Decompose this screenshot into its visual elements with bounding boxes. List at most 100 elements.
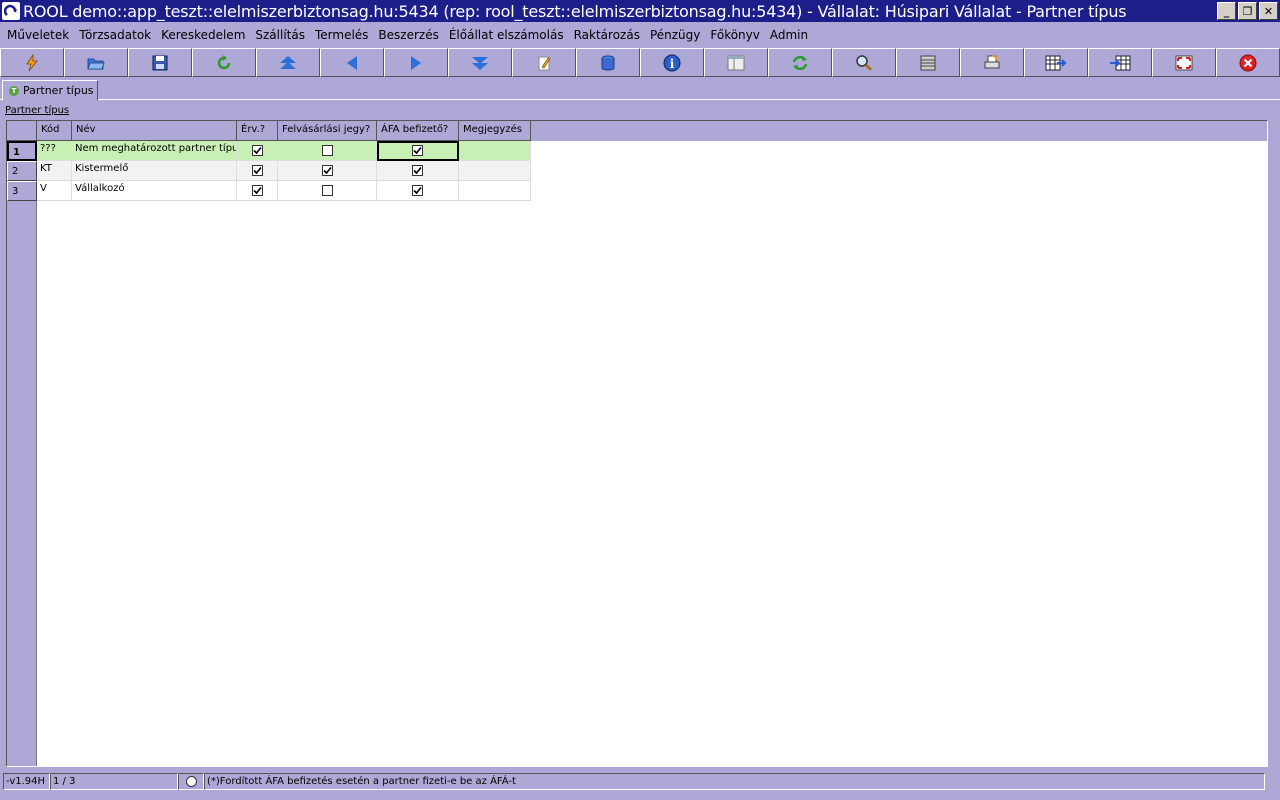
first-record-button[interactable]: [256, 48, 320, 77]
close-form-button[interactable]: [1216, 48, 1280, 77]
open-folder-icon: [87, 55, 105, 71]
menu-eloallat-elszamolas[interactable]: Élőállat elszámolás: [444, 28, 569, 42]
undo-button[interactable]: [192, 48, 256, 77]
cell-kod[interactable]: ???: [37, 141, 72, 161]
table-row[interactable]: ??? Nem meghatározott partner típus: [37, 141, 531, 161]
cell-megjegyzes[interactable]: [459, 141, 531, 161]
window-title: ROOL demo::app_teszt::elelmiszerbiztonsa…: [23, 1, 1127, 21]
table-icon: T: [9, 85, 19, 96]
previous-record-button[interactable]: [320, 48, 384, 77]
status-bar: -v1.94H 1 / 3 (*)Fordított ÁFA befizetés…: [0, 771, 1280, 791]
checkbox-checked-icon[interactable]: [252, 185, 263, 196]
menu-admin[interactable]: Admin: [765, 28, 813, 42]
status-indicator[interactable]: [178, 772, 204, 790]
tab-label: Partner típus: [23, 84, 94, 97]
checkbox-checked-icon[interactable]: [412, 185, 423, 196]
checkbox-checked-icon[interactable]: [412, 145, 423, 156]
checkbox-afa-befizeto[interactable]: [377, 161, 459, 181]
export-button[interactable]: [1024, 48, 1088, 77]
cell-kod[interactable]: KT: [37, 161, 72, 181]
previous-record-icon: [345, 55, 359, 71]
save-button[interactable]: [128, 48, 192, 77]
hint-text: (*)Fordított ÁFA befizetés esetén a part…: [204, 772, 1265, 790]
last-record-button[interactable]: [448, 48, 512, 77]
tab-partner-tipus[interactable]: T Partner típus: [2, 80, 98, 101]
checkbox-checked-icon[interactable]: [322, 165, 333, 176]
column-header-felvasarlasi-jegy[interactable]: Felvásárlási jegy?: [278, 121, 377, 141]
search-button[interactable]: [832, 48, 896, 77]
print-icon: [983, 53, 1001, 72]
radio-icon: [185, 775, 197, 787]
column-header-megjegyzes[interactable]: Megjegyzés: [459, 121, 531, 141]
close-icon: [1239, 54, 1257, 72]
checkbox-checked-icon[interactable]: [252, 165, 263, 176]
menu-muveletek[interactable]: Műveletek: [2, 28, 74, 42]
toolbar: i: [0, 48, 1280, 78]
checkbox-checked-icon[interactable]: [412, 165, 423, 176]
open-button[interactable]: [64, 48, 128, 77]
import-button[interactable]: [1088, 48, 1152, 77]
corner-cell: [7, 121, 37, 141]
checkbox-erv[interactable]: [237, 181, 278, 201]
version-label: -v1.94H: [3, 772, 50, 790]
edit-button[interactable]: [512, 48, 576, 77]
checkbox-checked-icon[interactable]: [252, 145, 263, 156]
table-row[interactable]: V Vállalkozó: [37, 181, 531, 201]
restore-button[interactable]: ❐: [1238, 2, 1257, 20]
checkbox-felvasarlasi-jegy[interactable]: [278, 141, 377, 161]
checkbox-unchecked-icon[interactable]: [322, 185, 333, 196]
print-button[interactable]: [960, 48, 1024, 77]
layout-icon: [727, 55, 745, 71]
cell-nev[interactable]: Vállalkozó: [72, 181, 237, 201]
menu-raktarozas[interactable]: Raktározás: [569, 28, 645, 42]
menu-kereskedelem[interactable]: Kereskedelem: [156, 28, 250, 42]
lightning-button[interactable]: [0, 48, 64, 77]
title-bar: ROOL demo::app_teszt::elelmiszerbiztonsa…: [0, 0, 1280, 22]
row-number[interactable]: 1: [7, 141, 37, 161]
checkbox-afa-befizeto[interactable]: [377, 141, 459, 161]
reload-button[interactable]: [768, 48, 832, 77]
import-grid-icon: [1109, 55, 1131, 71]
menu-termeles[interactable]: Termelés: [310, 28, 373, 42]
database-button[interactable]: [576, 48, 640, 77]
column-header-kod[interactable]: Kód: [37, 121, 72, 141]
table-row[interactable]: KT Kistermelő: [37, 161, 531, 181]
cell-nev[interactable]: Nem meghatározott partner típus: [72, 141, 237, 161]
checkbox-felvasarlasi-jegy[interactable]: [278, 181, 377, 201]
row-number[interactable]: 3: [7, 181, 37, 201]
refresh-arrow-icon: [215, 54, 233, 72]
data-grid: Kód Név Érv.? Felvásárlási jegy? ÁFA bef…: [6, 120, 1268, 767]
menu-torzsadatok[interactable]: Törzsadatok: [74, 28, 156, 42]
checkbox-felvasarlasi-jegy[interactable]: [278, 161, 377, 181]
row-number[interactable]: 2: [7, 161, 37, 181]
cell-kod[interactable]: V: [37, 181, 72, 201]
menu-szallitas[interactable]: Szállítás: [250, 28, 310, 42]
cell-nev[interactable]: Kistermelő: [72, 161, 237, 181]
info-button[interactable]: i: [640, 48, 704, 77]
layout-button[interactable]: [704, 48, 768, 77]
column-header-erv[interactable]: Érv.?: [237, 121, 278, 141]
export-grid-icon: [1045, 55, 1067, 71]
column-header-nev[interactable]: Név: [72, 121, 237, 141]
grid-header: Kód Név Érv.? Felvásárlási jegy? ÁFA bef…: [7, 121, 1267, 141]
fullscreen-icon: [1175, 55, 1193, 71]
first-record-icon: [279, 55, 297, 71]
cell-megjegyzes[interactable]: [459, 181, 531, 201]
close-window-button[interactable]: ✕: [1259, 2, 1278, 20]
next-record-icon: [409, 55, 423, 71]
checkbox-erv[interactable]: [237, 161, 278, 181]
cell-megjegyzes[interactable]: [459, 161, 531, 181]
next-record-button[interactable]: [384, 48, 448, 77]
checkbox-unchecked-icon[interactable]: [322, 145, 333, 156]
menu-penzugy[interactable]: Pénzügy: [645, 28, 705, 42]
checkbox-afa-befizeto[interactable]: [377, 181, 459, 201]
fullscreen-button[interactable]: [1152, 48, 1216, 77]
menu-beszerzes[interactable]: Beszerzés: [373, 28, 443, 42]
columns-button[interactable]: [896, 48, 960, 77]
info-icon: i: [663, 54, 681, 72]
checkbox-erv[interactable]: [237, 141, 278, 161]
menu-fokonyv[interactable]: Főkönyv: [705, 28, 765, 42]
minimize-button[interactable]: _: [1217, 2, 1236, 20]
lightning-icon: [23, 53, 41, 72]
column-header-afa-befizeto[interactable]: ÁFA befizető?: [377, 121, 459, 141]
